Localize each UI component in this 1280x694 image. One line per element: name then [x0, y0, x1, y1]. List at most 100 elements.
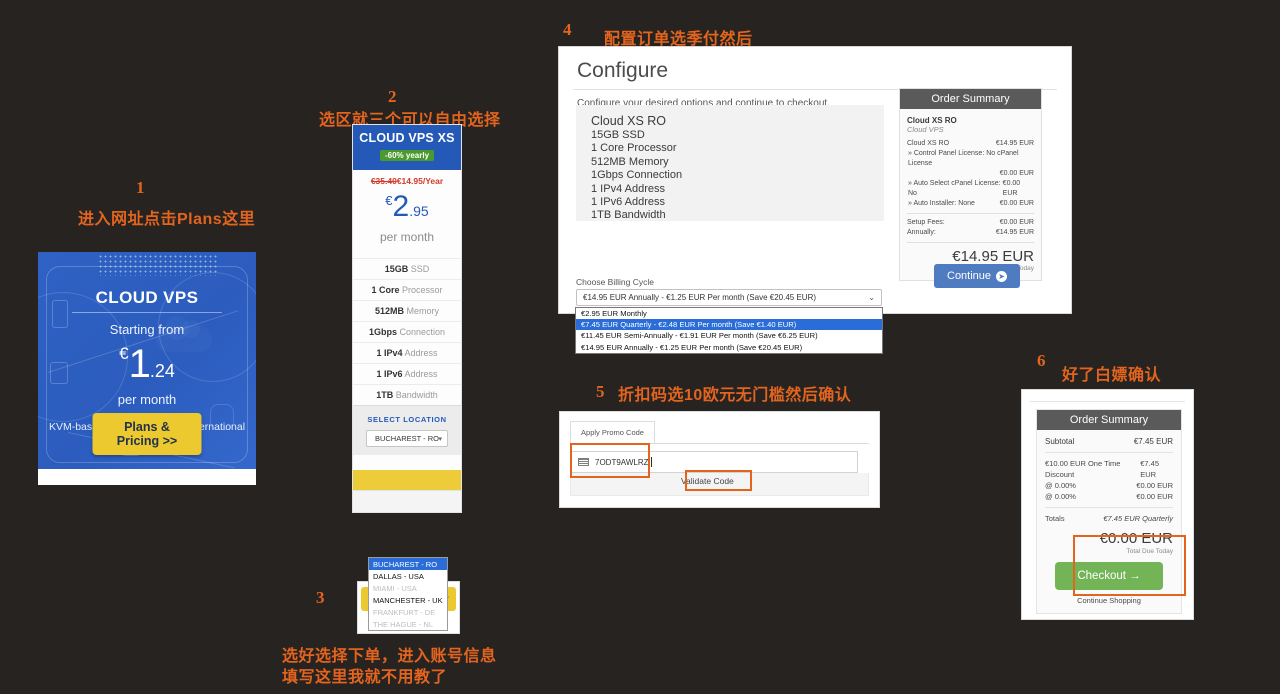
- plan-spec-item: 1 IPv6 Address: [353, 363, 461, 384]
- summary-divider: [1045, 452, 1173, 453]
- spec-rest: Address: [402, 369, 438, 379]
- plan-price-cents: .95: [409, 203, 429, 219]
- summary-row: » Control Panel License: No cPanel Licen…: [907, 149, 1034, 169]
- fee-value: €14.95 EUR: [995, 229, 1034, 236]
- annotation-step-6-number: 6: [1037, 351, 1046, 370]
- arrow-right-icon: ➤: [996, 270, 1008, 282]
- spec-rest: Bandwidth: [393, 390, 438, 400]
- tab-underline: [570, 443, 869, 444]
- discount-value: €0.00 EUR: [1136, 492, 1173, 501]
- summary-row: €0.00 EUR: [907, 169, 1034, 179]
- summary-row-label: » Auto Select cPanel License: No: [908, 180, 1001, 197]
- payment-strip: [353, 470, 461, 490]
- summary-row: » Auto Select cPanel License: No €0.00 EU…: [907, 179, 1034, 199]
- billing-cycle-option[interactable]: €11.45 EUR Semi-Annually - €1.91 EUR Per…: [576, 330, 882, 341]
- plan-card-cloud-vps-xs[interactable]: CLOUD VPS XS -60% yearly €35.40€14.95/Ye…: [352, 124, 462, 631]
- product-spec-line: 15GB SSD: [591, 129, 645, 141]
- product-spec-header: Cloud XS RO: [591, 114, 667, 128]
- discount-value: €7.45 EUR: [1140, 459, 1160, 479]
- final-order-summary-panel: Order Summary Subtotal €7.45 EUR €10.00 …: [1021, 389, 1194, 620]
- discount-value: €0.00 EUR: [1136, 481, 1173, 490]
- location-section: SELECT LOCATION BUCHAREST - RO ▾: [353, 405, 461, 455]
- checkout-label: Checkout: [1077, 570, 1126, 582]
- fee-label: Setup Fees:: [907, 219, 945, 226]
- promo-price-integer: 1: [128, 342, 151, 386]
- continue-shopping-link[interactable]: Continue Shopping: [1045, 596, 1173, 605]
- annotation-step-2-number: 2: [388, 87, 397, 106]
- promo-card-period: per month: [117, 392, 177, 407]
- product-spec-line: 1 Core Processor: [591, 142, 677, 155]
- summary-divider: [907, 242, 1034, 243]
- discount-label: @ 0.00%: [1045, 481, 1076, 490]
- continue-label: Continue: [947, 270, 992, 282]
- totals-row: Totals €7.45 EUR Quarterly: [1045, 513, 1173, 524]
- panel-top-divider: [1030, 401, 1185, 402]
- summary-total-amount: €14.95 EUR: [952, 248, 1034, 265]
- summary-row-value: €0.00 EUR: [1002, 180, 1021, 197]
- annotation-step-3-line2: 填写这里我就不用教了: [282, 669, 448, 686]
- plan-discount-badge: -60% yearly: [379, 150, 435, 161]
- checkout-button[interactable]: Checkout →: [1055, 562, 1163, 590]
- annotation-step-3-number: 3: [316, 588, 325, 607]
- discount-label: @ 0.00%: [1045, 492, 1076, 501]
- order-summary-panel-step4: Order Summary Cloud XS RO Cloud VPS Clou…: [899, 88, 1042, 281]
- totals-label: Totals: [1045, 514, 1065, 523]
- spec-rest: Processor: [399, 285, 443, 295]
- promo-card-price: €1.24: [38, 342, 256, 387]
- summary-row: Cloud XS RO €14.95 EUR: [907, 139, 1034, 149]
- fee-value: €0.00 EUR: [999, 219, 1034, 226]
- billing-cycle-option[interactable]: €14.95 EUR Annually - €1.25 EUR Per mont…: [576, 342, 882, 353]
- order-summary-body: Subtotal €7.45 EUR €10.00 EUR One Time D…: [1037, 430, 1181, 613]
- product-spec-line: 1TB Bandwidth: [591, 209, 666, 222]
- configure-page-title: Configure: [577, 59, 669, 82]
- billing-cycle-option[interactable]: €7.45 EUR Quarterly - €2.48 EUR Per mont…: [576, 319, 882, 331]
- plan-price-period: per month: [379, 230, 435, 244]
- promo-code-value: 7ODT9AWLRZ: [595, 457, 649, 467]
- location-selected-value: BUCHAREST - RO: [374, 434, 440, 443]
- location-option[interactable]: MANCHESTER - UK: [369, 594, 447, 606]
- annotation-step-1-text: 进入网址点击Plans这里: [78, 211, 256, 228]
- plan-price-currency: €: [385, 193, 393, 208]
- billing-cycle-dropdown-list[interactable]: €2.95 EUR Monthly €7.45 EUR Quarterly - …: [575, 307, 883, 354]
- promo-card-divider: [72, 312, 222, 313]
- spec-bold: 1TB: [376, 390, 394, 400]
- plan-name: CLOUD VPS XS: [359, 131, 455, 145]
- plan-spec-item: 1 Core Processor: [353, 279, 461, 300]
- location-dropdown-list[interactable]: BUCHAREST - RO DALLAS - USA MIAMI - USA …: [368, 557, 448, 631]
- product-spec-line: 1Gbps Connection: [591, 169, 683, 182]
- summary-product-type: Cloud VPS: [907, 125, 944, 134]
- spec-bold: 1 Core: [371, 285, 400, 295]
- promo-price-currency: €: [119, 344, 129, 363]
- billing-cycle-option[interactable]: €2.95 EUR Monthly: [576, 308, 882, 319]
- fee-label: Annually:: [907, 229, 936, 236]
- summary-fee-row: Annually: €14.95 EUR: [907, 228, 1034, 238]
- spec-bold: 1 IPv6: [376, 369, 403, 379]
- cloud-vps-promo-card[interactable]: CLOUD VPS Starting from €1.24 per month …: [38, 252, 256, 485]
- location-option[interactable]: DALLAS - USA: [369, 570, 447, 582]
- plan-price-suffix: /Year: [422, 176, 444, 186]
- annotation-step-5-number: 5: [596, 382, 605, 401]
- plans-and-pricing-button[interactable]: Plans & Pricing >>: [92, 413, 202, 455]
- subtotal-label: Subtotal: [1045, 437, 1075, 446]
- subtotal-row: Subtotal €7.45 EUR: [1045, 436, 1173, 447]
- discount-row: €10.00 EUR One Time Discount €7.45 EUR: [1045, 458, 1173, 480]
- plan-price-integer: 2: [392, 190, 410, 223]
- location-option[interactable]: BUCHAREST - RO: [369, 558, 447, 570]
- continue-button[interactable]: Continue ➤: [934, 264, 1021, 288]
- spec-bold: 512MB: [374, 306, 404, 316]
- spec-rest: SSD: [408, 264, 430, 274]
- spec-rest: Memory: [404, 306, 440, 316]
- plan-new-price: €14.95: [396, 176, 423, 186]
- final-total-amount: €0.00 EUR: [1099, 530, 1173, 547]
- promo-code-input[interactable]: 7ODT9AWLRZ: [570, 451, 858, 473]
- chevron-down-icon: ⌄: [868, 293, 875, 302]
- spec-bold: 15GB: [384, 264, 409, 274]
- order-summary-box: Order Summary Subtotal €7.45 EUR €10.00 …: [1036, 409, 1182, 614]
- subtotal-value: €7.45 EUR: [1133, 437, 1173, 446]
- validate-code-button[interactable]: Validate Code: [681, 476, 734, 486]
- tab-apply-promo-code[interactable]: Apply Promo Code: [570, 421, 655, 443]
- summary-row-label: » Control Panel License: No cPanel Licen…: [908, 150, 1019, 167]
- billing-cycle-select[interactable]: €14.95 EUR Annually - €1.25 EUR Per mont…: [576, 289, 882, 306]
- location-select[interactable]: BUCHAREST - RO ▾: [366, 430, 448, 447]
- spec-bold: 1Gbps: [368, 327, 397, 337]
